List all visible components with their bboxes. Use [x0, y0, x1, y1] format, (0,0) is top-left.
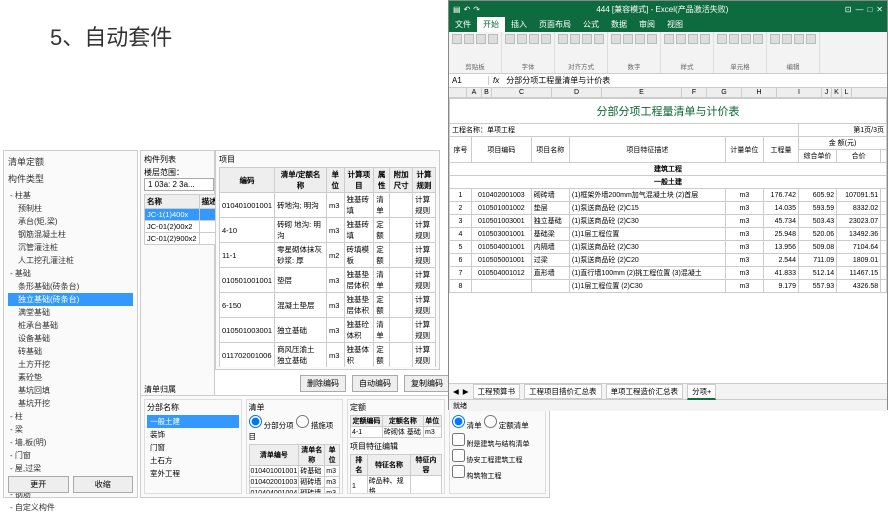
filter-label: 构件列表: [144, 154, 211, 165]
collapse-button[interactable]: 收缩: [73, 476, 134, 493]
tree-node[interactable]: - 柱: [8, 410, 133, 423]
checkbox-list[interactable]: 附是建筑与结构清单 协安工程建筑工程 构筑物工程: [452, 433, 544, 481]
tree-node[interactable]: 人工挖孔灌注桩: [8, 254, 133, 267]
formula-content[interactable]: 分部分项工程量清单与计价表: [503, 75, 887, 86]
quota-column: 定额 定额编码定额名称单位4-1砖砌体 基础m3 项目特征编辑 排名特征名称特征…: [347, 399, 445, 494]
component-tree: - 柱基预制柱承台(矩,梁)钢筋混凝土柱沉管灌注桩人工挖孔灌注桩- 基础条形基础…: [8, 189, 133, 514]
expand-button[interactable]: 更开: [8, 476, 69, 493]
project-header: 项目: [219, 154, 436, 165]
maximize-icon[interactable]: □: [867, 5, 872, 14]
list-column: 清单 分部分项 措施项目 清单编号清单名称单位010401001001砖基础m3…: [246, 399, 344, 494]
tree-node[interactable]: 承台(矩,梁): [8, 215, 133, 228]
tree-node[interactable]: 砖基础: [8, 345, 133, 358]
tree-header: 构件类型: [8, 172, 133, 185]
radio-list[interactable]: 清单: [452, 421, 482, 430]
tree-node[interactable]: 设备基础: [8, 332, 133, 345]
component-table[interactable]: 名称描述JC-1(1)400xJC-01(2)00x2JC-01(2)900x2: [144, 194, 220, 245]
tree-node[interactable]: 基坑开挖: [8, 397, 133, 410]
tree-node[interactable]: 桩承台基础: [8, 319, 133, 332]
component-type-panel: 清单定额 构件类型 - 柱基预制柱承台(矩,梁)钢筋混凝土柱沉管灌注桩人工挖孔灌…: [3, 150, 138, 498]
excel-titlebar: ▤ ↶ ↷ 444 [兼容模式] - Excel(产品激活失败) ⊡ — □ ✕: [449, 1, 887, 17]
section-list[interactable]: 一般土建装饰门窗土石方室外工程: [147, 415, 239, 480]
page-title: 5、自动套件: [50, 20, 172, 52]
tree-node[interactable]: - 柱基: [8, 189, 133, 202]
save-icon[interactable]: ▤: [453, 5, 461, 14]
status-bar: 就绪: [449, 399, 887, 411]
auto-code-button[interactable]: 自动编码: [352, 375, 398, 392]
minimize-icon[interactable]: —: [855, 5, 863, 14]
tree-node[interactable]: - 基础: [8, 267, 133, 280]
tree-node[interactable]: 素砼垫: [8, 371, 133, 384]
tree-node[interactable]: - 自定义构件: [8, 501, 133, 514]
feature-table[interactable]: 排名特征名称特征内容1砖品种、规格2基础类型砖基础: [350, 454, 442, 494]
tree-node[interactable]: - 墙,板(明): [8, 436, 133, 449]
delete-code-button[interactable]: 删除编码: [300, 375, 346, 392]
tree-node[interactable]: 满堂基础: [8, 306, 133, 319]
excel-window: ▤ ↶ ↷ 444 [兼容模式] - Excel(产品激活失败) ⊡ — □ ✕…: [448, 0, 888, 410]
tree-node[interactable]: 预制柱: [8, 202, 133, 215]
project-table[interactable]: 编码清单/定额名称单位计算项目属性附加尺寸计算规则010401001001砖地沟…: [219, 167, 436, 367]
close-icon[interactable]: ✕: [876, 5, 883, 14]
project-items-panel: 项目 编码清单/定额名称单位计算项目属性附加尺寸计算规则010401001001…: [215, 150, 440, 370]
copy-code-button[interactable]: 复制编码: [404, 375, 450, 392]
ribbon-options-icon[interactable]: ⊡: [845, 5, 852, 14]
worksheet[interactable]: ABCDEFGHIJKL 分部分项工程量清单与计价表工程名称：单项工程第1页/3…: [449, 88, 887, 383]
scope-input[interactable]: [144, 178, 214, 191]
radio-division[interactable]: 分部分项: [249, 421, 294, 430]
undo-icon[interactable]: ↶: [464, 5, 471, 14]
sheet-tabs[interactable]: ◀▶工程预算书工程项目措价汇总表单项工程造价汇总表分项+: [449, 383, 887, 399]
tree-node[interactable]: - 梁: [8, 423, 133, 436]
tree-node[interactable]: 独立基础(砖条台): [8, 293, 133, 306]
document-title: 444 [兼容模式] - Excel(产品激活失败): [480, 4, 845, 15]
panel-header: 清单定额: [8, 155, 133, 168]
radio-quota-list[interactable]: 定额清单: [484, 421, 529, 430]
section-column: 分部名称 一般土建装饰门窗土石方室外工程: [144, 399, 242, 494]
excel-grid[interactable]: 分部分项工程量清单与计价表工程名称：单项工程第1页/3页序号项目编码项目名称项目…: [449, 98, 887, 293]
name-box[interactable]: A1: [449, 76, 489, 85]
tree-node[interactable]: - 屋,过梁: [8, 462, 133, 475]
redo-icon[interactable]: ↷: [473, 5, 480, 14]
column-headers[interactable]: ABCDEFGHIJKL: [449, 88, 887, 98]
tree-node[interactable]: 钢筋混凝土柱: [8, 228, 133, 241]
tree-node[interactable]: 土方开挖: [8, 358, 133, 371]
ribbon[interactable]: 剪贴板字体对齐方式数字样式单元格编辑: [449, 32, 887, 74]
quota-table[interactable]: 定额编码定额名称单位4-1砖砌体 基础m3: [350, 415, 442, 438]
formula-bar[interactable]: A1 fx 分部分项工程量清单与计价表: [449, 74, 887, 88]
add-column: 常加 清单 定额清单 附是建筑与结构清单 协安工程建筑工程 构筑物工程: [449, 399, 547, 494]
fx-icon[interactable]: fx: [489, 76, 503, 85]
tree-node[interactable]: 基坑回填: [8, 384, 133, 397]
tree-node[interactable]: 条形基础(砖条台): [8, 280, 133, 293]
list-table[interactable]: 清单编号清单名称单位010401001001砖基础m3010402001003砌…: [249, 444, 341, 494]
tree-node[interactable]: 沉管灌注桩: [8, 241, 133, 254]
ribbon-tabs[interactable]: 文件开始插入页面布局公式数据审阅视图: [449, 17, 887, 32]
tree-node[interactable]: - 门窗: [8, 449, 133, 462]
